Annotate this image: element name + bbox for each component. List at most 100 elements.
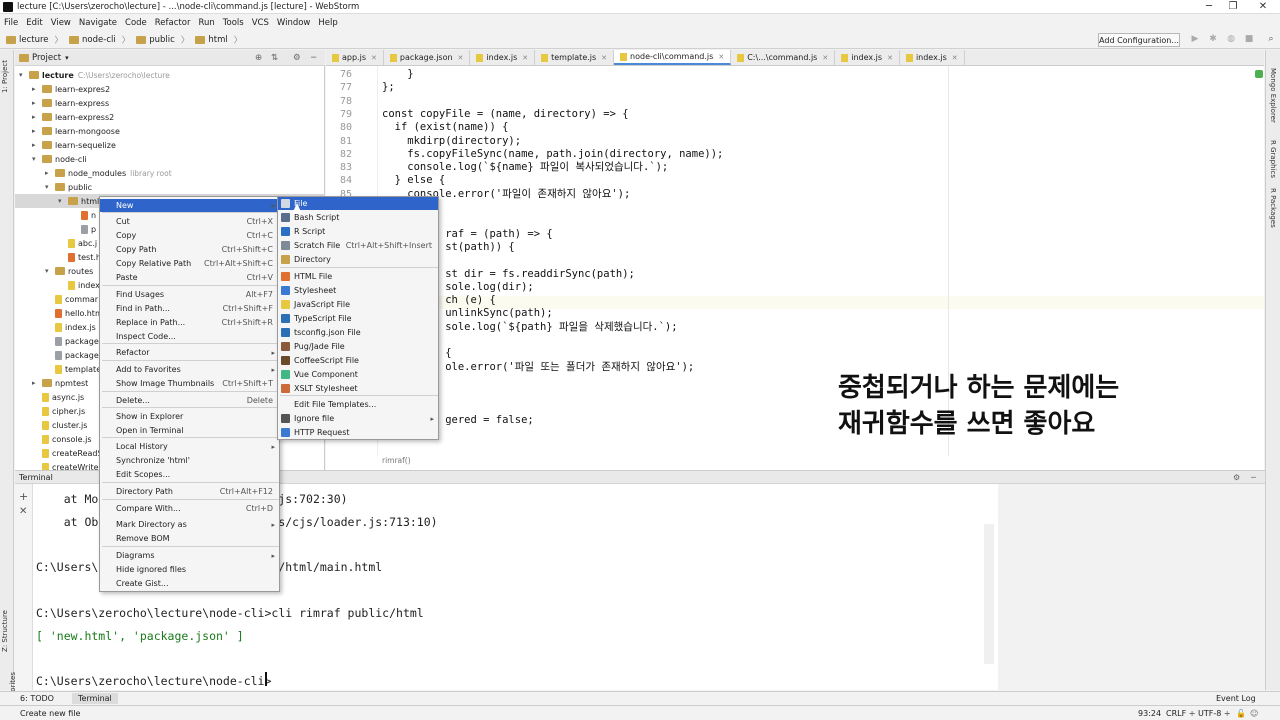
breadcrumb-item[interactable]: lecture 〉 [6, 34, 63, 46]
context-item-synchronize-html-[interactable]: Synchronize 'html' [100, 454, 279, 467]
context-item-cut[interactable]: Cut Ctrl+X [100, 215, 279, 228]
new-item-pug-jade-file[interactable]: Pug/Jade File [278, 340, 438, 353]
menu-edit[interactable]: Edit [26, 18, 42, 28]
mongo-explorer-tab[interactable]: Mongo Explorer [1269, 68, 1277, 123]
new-item-tsconfig-json-file[interactable]: tsconfig.json File [278, 326, 438, 339]
new-item-javascript-file[interactable]: JavaScript File [278, 298, 438, 311]
tree-item[interactable]: ▸ learn-express2 [15, 110, 325, 124]
breadcrumb-item[interactable]: node-cli 〉 [69, 34, 130, 46]
caret-position[interactable]: 93:24 [1138, 709, 1161, 718]
tree-item[interactable]: ▸ learn-expres2 [15, 82, 325, 96]
new-item-directory[interactable]: Directory [278, 253, 438, 266]
tree-item[interactable]: ▸ learn-express [15, 96, 325, 110]
menu-code[interactable]: Code [125, 18, 147, 28]
new-item-bash-script[interactable]: Bash Script [278, 211, 438, 224]
close-tab-icon[interactable]: ✕ [601, 54, 607, 62]
menu-run[interactable]: Run [198, 18, 214, 28]
context-item-show-in-explorer[interactable]: Show in Explorer [100, 410, 279, 423]
chevron-right-icon[interactable]: ▸ [32, 113, 42, 121]
new-item-html-file[interactable]: HTML File [278, 270, 438, 283]
context-item-delete-[interactable]: Delete... Delete [100, 394, 279, 407]
menu-refactor[interactable]: Refactor [155, 18, 191, 28]
new-item-xslt-stylesheet[interactable]: XSLT Stylesheet [278, 382, 438, 395]
inspection-ok-icon[interactable] [1255, 70, 1263, 78]
maximize-button[interactable]: ❐ [1222, 0, 1244, 13]
lock-icon[interactable]: 🔓 [1236, 709, 1246, 718]
context-item-add-to-favorites[interactable]: Add to Favorites ▸ [100, 363, 279, 376]
structure-tool-tab[interactable]: Z: Structure [1, 610, 9, 652]
chevron-right-icon[interactable]: ▸ [32, 141, 42, 149]
tree-item[interactable]: ▾ public [15, 180, 325, 194]
chevron-right-icon[interactable]: ▸ [45, 169, 55, 177]
context-item-copy-path[interactable]: Copy Path Ctrl+Shift+C [100, 243, 279, 256]
hide-panel-icon[interactable]: ─ [1251, 473, 1256, 482]
context-item-show-image-thumbnails[interactable]: Show Image Thumbnails Ctrl+Shift+T [100, 377, 279, 390]
close-tab-icon[interactable]: ✕ [718, 53, 724, 61]
tree-item[interactable]: ▸ learn-mongoose [15, 124, 325, 138]
close-tab-icon[interactable]: ✕ [887, 54, 893, 62]
context-item-directory-path[interactable]: Directory Path Ctrl+Alt+F12 [100, 485, 279, 498]
project-view-selector[interactable]: Project [32, 53, 61, 63]
chevron-down-icon[interactable]: ▾ [65, 54, 69, 62]
context-item-inspect-code-[interactable]: Inspect Code... [100, 330, 279, 343]
search-everywhere-icon[interactable]: ⌕ [1266, 34, 1276, 44]
close-window-button[interactable]: ✕ [1252, 0, 1274, 13]
close-session-icon[interactable]: ✕ [19, 506, 27, 517]
tree-root[interactable]: ▾ lecture C:\Users\zerocho\lecture [19, 68, 170, 82]
tab-2[interactable]: index.js ✕ [470, 50, 536, 65]
tree-item[interactable]: ▾ node-cli [15, 152, 325, 166]
context-item-new[interactable]: New ▸ [100, 199, 279, 212]
context-item-copy-relative-path[interactable]: Copy Relative Path Ctrl+Alt+Shift+C [100, 257, 279, 270]
tab-7[interactable]: index.js ✕ [900, 50, 965, 65]
terminal-tab[interactable]: Terminal [71, 693, 118, 704]
chevron-down-icon[interactable]: ▾ [58, 197, 68, 205]
context-item-open-in-terminal[interactable]: Open in Terminal [100, 424, 279, 437]
line-separator[interactable]: CRLF ÷ [1166, 709, 1195, 718]
new-item-stylesheet[interactable]: Stylesheet [278, 284, 438, 297]
inspector-icon[interactable]: ☺ [1250, 709, 1258, 718]
close-tab-icon[interactable]: ✕ [371, 54, 377, 62]
new-item-ignore-file[interactable]: Ignore file ▸ [278, 412, 438, 425]
hide-panel-icon[interactable]: ─ [311, 53, 316, 63]
menu-help[interactable]: Help [318, 18, 337, 28]
chevron-down-icon[interactable]: ▾ [19, 71, 29, 79]
context-item-diagrams[interactable]: Diagrams ▸ [100, 549, 279, 562]
context-item-paste[interactable]: Paste Ctrl+V [100, 271, 279, 284]
close-tab-icon[interactable]: ✕ [458, 54, 464, 62]
menu-navigate[interactable]: Navigate [79, 18, 117, 28]
run-icon[interactable]: ▶ [1190, 34, 1200, 44]
tab-6[interactable]: index.js ✕ [835, 50, 900, 65]
r-graphics-tab[interactable]: R Graphics [1269, 140, 1277, 178]
tab-3[interactable]: template.js ✕ [535, 50, 615, 65]
menu-tools[interactable]: Tools [223, 18, 244, 28]
event-log-button[interactable]: Event Log [1216, 694, 1256, 703]
chevron-right-icon[interactable]: ▸ [32, 85, 42, 93]
context-item-copy[interactable]: Copy Ctrl+C [100, 229, 279, 242]
context-item-find-usages[interactable]: Find Usages Alt+F7 [100, 288, 279, 301]
menu-vcs[interactable]: VCS [252, 18, 269, 28]
context-item-remove-bom[interactable]: Remove BOM [100, 532, 279, 545]
tree-item[interactable]: ▸ learn-sequelize [15, 138, 325, 152]
tree-item[interactable]: ▸ node_modules library root [15, 166, 325, 180]
context-item-local-history[interactable]: Local History ▸ [100, 440, 279, 453]
menu-file[interactable]: File [4, 18, 18, 28]
minimize-button[interactable]: ─ [1198, 0, 1220, 13]
tab-5[interactable]: C:\...\command.js ✕ [731, 50, 836, 65]
close-tab-icon[interactable]: ✕ [822, 54, 828, 62]
debug-icon[interactable]: ✱ [1208, 34, 1218, 44]
stop-icon[interactable]: ■ [1244, 34, 1254, 44]
context-item-hide-ignored-files[interactable]: Hide ignored files [100, 563, 279, 576]
breadcrumb-item[interactable]: public 〉 [136, 34, 189, 46]
context-item-mark-directory-as[interactable]: Mark Directory as ▸ [100, 518, 279, 531]
tab-4[interactable]: node-cli\command.js ✕ [614, 50, 732, 65]
locate-icon[interactable]: ⊕ [255, 53, 262, 63]
new-item-scratch-file[interactable]: Scratch File Ctrl+Alt+Shift+Insert [278, 239, 438, 252]
context-item-replace-in-path-[interactable]: Replace in Path... Ctrl+Shift+R [100, 316, 279, 329]
chevron-right-icon[interactable]: ▸ [32, 379, 42, 387]
chevron-down-icon[interactable]: ▾ [45, 183, 55, 191]
project-tool-tab[interactable]: 1: Project [1, 60, 9, 93]
chevron-right-icon[interactable]: ▸ [32, 99, 42, 107]
new-item-edit-file-templates-[interactable]: Edit File Templates... [278, 398, 438, 411]
tab-1[interactable]: package.json ✕ [384, 50, 471, 65]
context-item-edit-scopes-[interactable]: Edit Scopes... [100, 468, 279, 481]
